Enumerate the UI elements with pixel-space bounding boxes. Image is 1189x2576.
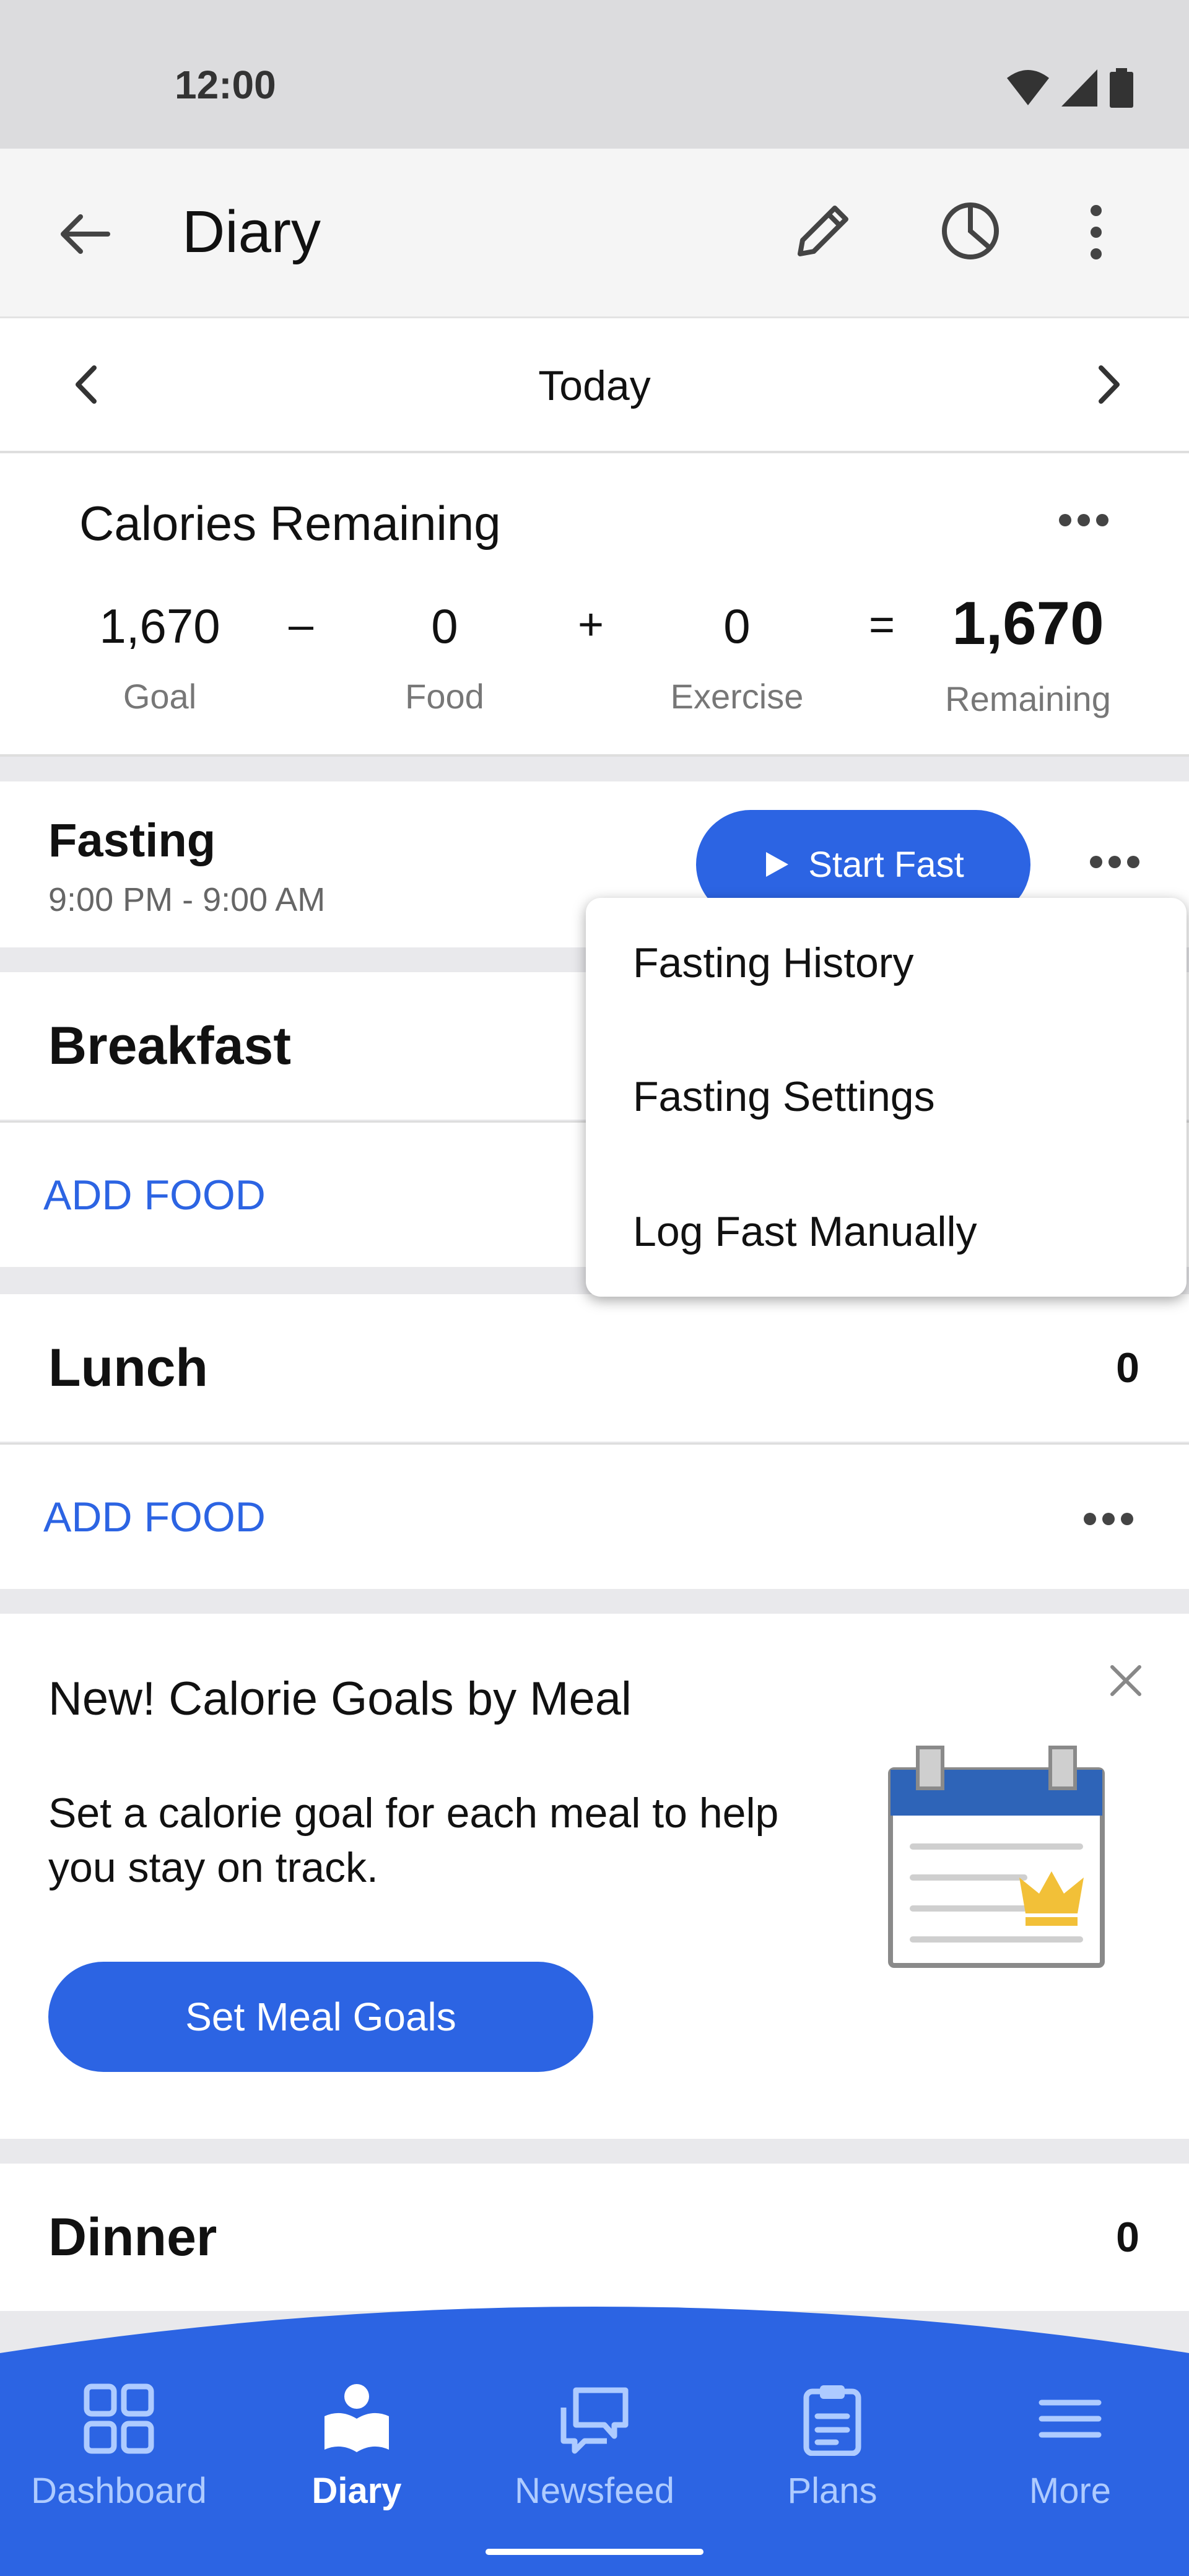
date-navigator: Today xyxy=(0,318,1189,453)
date-label[interactable]: Today xyxy=(0,362,1189,410)
battery-icon xyxy=(1110,68,1133,108)
app-bar: Diary xyxy=(0,149,1189,318)
nav-label: Newsfeed xyxy=(515,2471,674,2511)
overflow-menu-icon[interactable] xyxy=(1084,198,1108,266)
nav-label: Plans xyxy=(787,2471,878,2511)
goal-value: 1,670 xyxy=(99,599,220,653)
fasting-options-menu: Fasting History Fasting Settings Log Fas… xyxy=(586,898,1187,1297)
nav-item-plans[interactable]: Plans xyxy=(713,2382,951,2512)
remaining-value: 1,670 xyxy=(952,589,1104,657)
menu-icon xyxy=(1039,2400,1102,2438)
equals-operator: = xyxy=(868,600,895,650)
bottom-navigation: Dashboard Diary Newsfeed Plans More xyxy=(0,2304,1189,2576)
page-title: Diary xyxy=(182,199,321,265)
fasting-time-range: 9:00 PM - 9:00 AM xyxy=(48,881,326,918)
nav-item-newsfeed[interactable]: Newsfeed xyxy=(476,2382,713,2512)
start-fast-label: Start Fast xyxy=(808,844,964,885)
status-time: 12:00 xyxy=(175,63,276,107)
more-horizontal-icon[interactable] xyxy=(1082,1512,1135,1526)
meal-calories: 0 xyxy=(1116,2214,1139,2261)
menu-item-fasting-settings[interactable]: Fasting Settings xyxy=(633,1073,935,1121)
menu-item-fasting-history[interactable]: Fasting History xyxy=(633,939,913,987)
plus-operator: + xyxy=(577,600,604,650)
goal-label: Goal xyxy=(123,677,197,716)
promo-title: New! Calorie Goals by Meal xyxy=(48,1673,632,1725)
exercise-label: Exercise xyxy=(670,677,804,716)
signal-icon xyxy=(1061,69,1097,107)
nav-item-more[interactable]: More xyxy=(951,2382,1189,2512)
wifi-icon xyxy=(1007,70,1049,105)
back-arrow-icon[interactable] xyxy=(56,204,115,264)
clipboard-icon xyxy=(803,2385,861,2456)
minus-operator: – xyxy=(288,600,314,650)
add-food-button[interactable]: ADD FOOD xyxy=(43,1493,266,1541)
meal-name: Breakfast xyxy=(48,1016,291,1076)
lunch-header: Lunch 0 xyxy=(0,1294,1189,1442)
pie-chart-icon[interactable] xyxy=(936,197,1004,265)
calories-remaining-card: Calories Remaining 1,670 Goal – 0 Food +… xyxy=(0,453,1189,757)
dinner-header: Dinner 0 xyxy=(0,2164,1189,2311)
play-icon xyxy=(766,852,789,877)
remaining-label: Remaining xyxy=(945,679,1111,718)
status-bar: 12:00 xyxy=(0,0,1189,149)
meal-goals-promo-card: New! Calorie Goals by Meal Set a calorie… xyxy=(0,1614,1189,2139)
meal-name: Dinner xyxy=(48,2208,217,2267)
close-icon[interactable] xyxy=(1107,1662,1144,1699)
food-value: 0 xyxy=(431,599,458,653)
set-meal-goals-button[interactable]: Set Meal Goals xyxy=(48,1962,593,2072)
add-food-button[interactable]: ADD FOOD xyxy=(43,1171,266,1219)
chat-bubbles-icon xyxy=(560,2387,629,2454)
home-indicator[interactable] xyxy=(486,2549,703,2555)
status-icons xyxy=(1007,68,1133,108)
lunch-add-row: ADD FOOD xyxy=(0,1443,1189,1589)
nav-item-dashboard[interactable]: Dashboard xyxy=(0,2382,238,2512)
nav-label: More xyxy=(1029,2471,1112,2511)
nav-item-diary[interactable]: Diary xyxy=(238,2382,476,2512)
more-horizontal-icon[interactable] xyxy=(1089,855,1141,869)
meal-name: Lunch xyxy=(48,1338,208,1398)
grid-icon xyxy=(84,2383,154,2454)
diary-book-icon xyxy=(324,2384,389,2452)
menu-item-log-fast-manually[interactable]: Log Fast Manually xyxy=(633,1208,977,1256)
meal-calories: 0 xyxy=(1116,1344,1139,1391)
pencil-icon[interactable] xyxy=(788,198,856,266)
fasting-title: Fasting xyxy=(48,814,216,867)
nav-label: Diary xyxy=(311,2471,402,2511)
promo-body: Set a calorie goal for each meal to help… xyxy=(48,1790,779,1891)
exercise-value: 0 xyxy=(723,599,751,653)
calorie-equation: 1,670 Goal – 0 Food + 0 Exercise = 1,670… xyxy=(0,453,1189,757)
calendar-crown-illustration xyxy=(888,1746,1105,1968)
chevron-right-icon[interactable] xyxy=(1090,363,1127,406)
food-label: Food xyxy=(405,677,484,716)
nav-label: Dashboard xyxy=(31,2471,207,2511)
